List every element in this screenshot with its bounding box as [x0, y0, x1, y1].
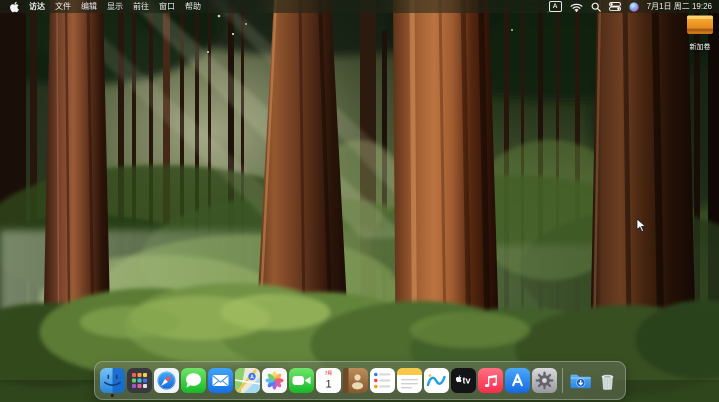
appletv-icon: tv: [451, 368, 476, 393]
maps-badge-letter: A: [250, 374, 254, 380]
freeform-icon: [424, 368, 449, 393]
menu-finder[interactable]: 访达: [29, 0, 45, 13]
wallpaper-forest: [0, 0, 719, 402]
dock-item-mail[interactable]: [208, 368, 233, 393]
dock-item-tv[interactable]: tv: [451, 368, 476, 393]
menu-bar-status: A 7月1日 周二 19:26: [549, 0, 712, 13]
mail-icon: [208, 368, 233, 393]
dock-item-calendar[interactable]: 7月 1: [316, 368, 341, 393]
dock-item-reminders[interactable]: [370, 368, 395, 393]
input-source-icon[interactable]: A: [549, 1, 562, 12]
trash-icon: [595, 368, 620, 393]
finder-running-indicator: [111, 394, 114, 397]
dock: A 7月 1: [94, 361, 626, 400]
control-center-icon[interactable]: [609, 2, 621, 11]
calendar-icon: 7月 1: [316, 368, 341, 393]
dock-item-launchpad[interactable]: [127, 368, 152, 393]
clock[interactable]: 7月1日 周二 19:26: [647, 0, 712, 13]
safari-icon: [154, 368, 179, 393]
calendar-day: 1: [325, 379, 331, 391]
dock-item-trash[interactable]: [595, 368, 620, 393]
menu-edit[interactable]: 编辑: [81, 0, 97, 13]
wifi-icon[interactable]: [570, 2, 583, 12]
dock-item-finder[interactable]: [100, 368, 125, 393]
dock-item-photos[interactable]: [262, 368, 287, 393]
finder-icon: [100, 368, 125, 393]
dock-item-facetime[interactable]: [289, 368, 314, 393]
notes-icon: [397, 368, 422, 393]
dock-item-maps[interactable]: A: [235, 368, 260, 393]
dock-item-safari[interactable]: [154, 368, 179, 393]
external-drive-icon: [685, 14, 715, 36]
menu-file[interactable]: 文件: [55, 0, 71, 13]
menu-go[interactable]: 前往: [133, 0, 149, 13]
siri-icon[interactable]: [629, 2, 639, 12]
menu-help[interactable]: 帮助: [185, 0, 201, 13]
tv-label: tv: [462, 376, 470, 386]
contacts-icon: [343, 368, 368, 393]
menu-window[interactable]: 窗口: [159, 0, 175, 13]
launchpad-icon: [127, 368, 152, 393]
desktop: 访达 文件 编辑 显示 前往 窗口 帮助 A: [0, 0, 719, 402]
messages-icon: [181, 368, 206, 393]
facetime-icon: [289, 368, 314, 393]
dock-item-contacts[interactable]: [343, 368, 368, 393]
dock-item-music[interactable]: [478, 368, 503, 393]
dock-item-system-settings[interactable]: [532, 368, 557, 393]
dock-item-messages[interactable]: [181, 368, 206, 393]
volume-label: 新加卷: [682, 42, 718, 52]
dock-item-notes[interactable]: [397, 368, 422, 393]
dock-divider: [562, 368, 563, 393]
menu-bar-left: 访达 文件 编辑 显示 前往 窗口 帮助: [9, 0, 201, 13]
dock-item-appstore[interactable]: [505, 368, 530, 393]
reminders-icon: [370, 368, 395, 393]
maps-icon: A: [235, 368, 260, 393]
music-icon: [478, 368, 503, 393]
menu-bar: 访达 文件 编辑 显示 前往 窗口 帮助 A: [0, 0, 719, 13]
photos-icon: [262, 368, 287, 393]
system-settings-icon: [532, 368, 557, 393]
dock-item-downloads-folder[interactable]: [568, 368, 593, 393]
appstore-icon: [505, 368, 530, 393]
downloads-folder-icon: [568, 368, 593, 393]
calendar-month: 7月: [324, 370, 331, 377]
dock-item-freeform[interactable]: [424, 368, 449, 393]
menu-view[interactable]: 显示: [107, 0, 123, 13]
spotlight-search-icon[interactable]: [591, 2, 601, 12]
apple-menu-icon[interactable]: [9, 1, 19, 13]
desktop-volume-new-volume[interactable]: 新加卷: [682, 14, 718, 52]
